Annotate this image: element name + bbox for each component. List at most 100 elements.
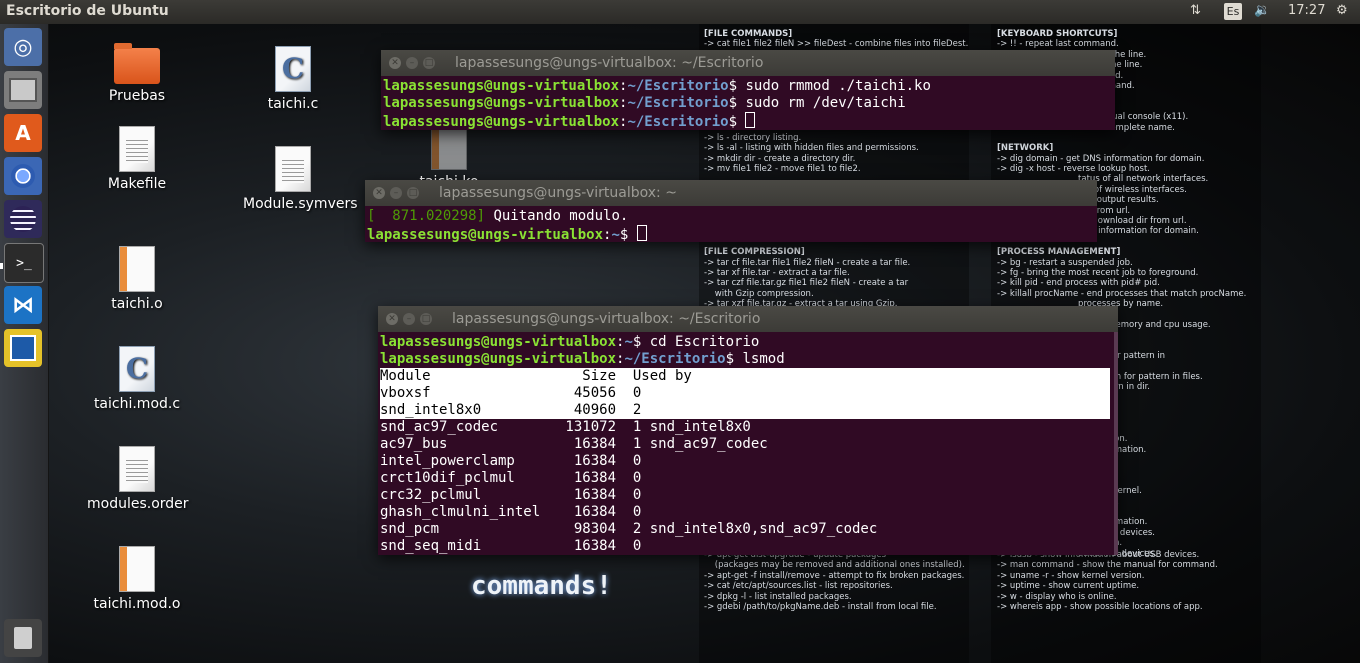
terminal-output[interactable]: lapassesungs@ungs-virtualbox:~/Escritori…: [381, 76, 1115, 130]
cheatsheet-line: -> cat file1 file2 fileN >> fileDest - c…: [704, 39, 969, 50]
terminal-line: lapassesungs@ungs-virtualbox:~$: [367, 225, 1097, 242]
desktop-icon-label: Makefile: [107, 176, 167, 192]
window-title: lapassesungs@ungs-virtualbox: ~/Escritor…: [452, 311, 761, 327]
cheatsheet-line: -> dig domain - get DNS information for …: [997, 153, 1205, 164]
maximize-icon[interactable]: □: [407, 187, 419, 199]
terminal-window[interactable]: ✕ – □ lapassesungs@ungs-virtualbox: ~ [ …: [365, 180, 1097, 242]
cheatsheet-line: [FILE COMMANDS]: [704, 29, 793, 39]
keyboard-layout-indicator[interactable]: Es: [1224, 3, 1242, 20]
cheatsheet-line: -> mv file1 file2 - move file1 to file2.: [704, 164, 861, 175]
cheatsheet-line: -> ls - directory listing.: [704, 132, 802, 143]
terminal-titlebar[interactable]: ✕ – □ lapassesungs@ungs-virtualbox: ~/Es…: [381, 50, 1115, 76]
cheatsheet-column-bottom: -> lsusb - show information about USB de…: [997, 550, 1218, 612]
cheatsheet-line: -> killall procName - end processes that…: [997, 288, 1247, 299]
terminal-icon[interactable]: >_: [4, 243, 44, 283]
lsmod-row: snd_ac97_codec 131072 1 snd_intel8x0: [380, 419, 751, 435]
desktop-icon-file[interactable]: C taichi.mod.c: [87, 346, 187, 412]
network-arrows-icon[interactable]: ⇅: [1190, 3, 1201, 18]
top-panel: Escritorio de Ubuntu ⇅ Es 🔉 17:27 ⚙: [0, 0, 1360, 24]
lsmod-row: vboxsf 45056 0: [380, 385, 1110, 402]
window-title: lapassesungs@ungs-virtualbox: ~/Escritor…: [455, 55, 764, 71]
desktop-icon-file[interactable]: taichi.mod.o: [87, 546, 187, 612]
image-viewer-icon[interactable]: [4, 329, 42, 367]
cheatsheet-line: -> whereis app - show possible locations…: [997, 601, 1203, 612]
cheatsheet-line: -> tar cf file.tar file1 file2 fileN - c…: [704, 257, 911, 268]
desktop-icon-file[interactable]: C taichi.c: [243, 46, 343, 112]
terminal-titlebar[interactable]: ✕ – □ lapassesungs@ungs-virtualbox: ~: [365, 180, 1097, 206]
object-file-icon: [119, 246, 155, 292]
lsmod-row: crct10dif_pclmul 16384 0: [380, 470, 642, 486]
cheatsheet-line: (packages may be removed and additional …: [704, 560, 965, 571]
text-file-icon: [275, 146, 311, 192]
cheatsheet-line: -> ls -al - listing with hidden files an…: [704, 143, 919, 154]
terminal-line: lapassesungs@ungs-virtualbox:~/Escritori…: [383, 112, 1115, 130]
cheatsheet-line: [KEYBOARD SHORTCUTS]: [997, 29, 1118, 39]
cheatsheet-line: [NETWORK]: [997, 143, 1054, 154]
cheatsheet-line: -> uname -r - show kernel version.: [997, 570, 1145, 581]
close-icon[interactable]: ✕: [373, 187, 385, 199]
cheatsheet-line: -> !! - repeat last command.: [997, 39, 1119, 50]
panel-title: Escritorio de Ubuntu: [6, 3, 169, 19]
vscode-icon[interactable]: ⋈: [4, 286, 42, 324]
volume-icon[interactable]: 🔉: [1254, 3, 1270, 18]
terminal-titlebar[interactable]: ✕ – □ lapassesungs@ungs-virtualbox: ~/Es…: [378, 306, 1118, 332]
text-file-icon: [119, 126, 155, 172]
close-icon[interactable]: ✕: [386, 313, 398, 325]
desktop-icon-file[interactable]: modules.order: [87, 446, 189, 512]
cheatsheet-line: -> kill pid - end process with pid# pid.: [997, 278, 1160, 289]
clock[interactable]: 17:27: [1288, 3, 1325, 18]
cheatsheet-line: -> man command - show the manual for com…: [997, 560, 1218, 571]
cheatsheet-line: with Gzip compression.: [704, 288, 814, 299]
lsmod-row: snd_intel8x0 40960 2: [380, 402, 1110, 419]
object-file-icon: [431, 124, 467, 170]
desktop-icon-file[interactable]: taichi.o: [87, 246, 187, 312]
window-title: lapassesungs@ungs-virtualbox: ~: [439, 185, 677, 201]
trash-icon[interactable]: [4, 619, 42, 657]
terminal-output[interactable]: lapassesungs@ungs-virtualbox:~$ cd Escri…: [378, 332, 1110, 555]
c-source-file-icon: C: [119, 346, 155, 392]
maximize-icon[interactable]: □: [420, 313, 432, 325]
cheatsheet-column-bottom: -> apt-get dist-upgrade - update package…: [704, 550, 965, 612]
cursor: [745, 112, 756, 128]
files-icon[interactable]: [4, 71, 42, 109]
cheatsheet-line: -> tar czf file.tar.gz file1 file2 fileN…: [704, 278, 909, 289]
desktop-icon-label: taichi.mod.c: [93, 396, 181, 412]
desktop-icon-label: taichi.mod.o: [93, 596, 181, 612]
scrollbar[interactable]: [1114, 332, 1118, 555]
running-indicator: [0, 263, 3, 269]
terminal-line: lapassesungs@ungs-virtualbox:~/Escritori…: [383, 78, 931, 94]
lsmod-row: ghash_clmulni_intel 16384 0: [380, 504, 642, 520]
cheatsheet-line: [PROCESS MANAGEMENT]: [997, 247, 1121, 258]
maximize-icon[interactable]: □: [423, 57, 435, 69]
chromium-icon[interactable]: [4, 157, 42, 195]
desktop-icon-label: taichi.c: [267, 96, 319, 112]
text-file-icon: [119, 446, 155, 492]
desktop-icon-file[interactable]: Makefile: [87, 126, 187, 192]
lsmod-row: snd_pcm 98304 2 snd_intel8x0,snd_ac97_co…: [380, 521, 878, 537]
terminal-line: lapassesungs@ungs-virtualbox:~$ cd Escri…: [380, 334, 760, 350]
terminal-output[interactable]: [ 871.020298] Quitando modulo. lapassesun…: [365, 206, 1097, 242]
terminal-line: [ 871.020298] Quitando modulo.: [367, 208, 629, 224]
cheatsheet-line: [FILE COMPRESSION]: [704, 247, 805, 258]
wallpaper-caption: commands!: [471, 571, 612, 601]
close-icon[interactable]: ✕: [389, 57, 401, 69]
cheatsheet-line: -> bg - restart a suspended job.: [997, 257, 1133, 268]
desktop-icon-folder[interactable]: Pruebas: [87, 42, 187, 104]
ubuntu-dash-icon[interactable]: ◎: [4, 28, 42, 66]
gear-icon[interactable]: ⚙: [1336, 3, 1348, 18]
software-center-icon[interactable]: A: [4, 114, 42, 152]
minimize-icon[interactable]: –: [406, 57, 418, 69]
minimize-icon[interactable]: –: [403, 313, 415, 325]
eclipse-icon[interactable]: [4, 200, 42, 238]
cheatsheet-line: -> mkdir dir - create a directory dir.: [704, 153, 856, 164]
terminal-line: lapassesungs@ungs-virtualbox:~/Escritori…: [383, 95, 906, 111]
desktop-icon-label: Pruebas: [108, 88, 166, 104]
minimize-icon[interactable]: –: [390, 187, 402, 199]
cheatsheet-line: [997, 133, 1246, 143]
desktop-icon-file[interactable]: Module.symvers: [243, 146, 358, 212]
cheatsheet-line: -> cat /etc/apt/sources.list - list repo…: [704, 581, 893, 592]
lsmod-row: snd_seq_midi 16384 0: [380, 538, 642, 554]
terminal-window[interactable]: ✕ – □ lapassesungs@ungs-virtualbox: ~/Es…: [381, 50, 1115, 130]
terminal-window[interactable]: ✕ – □ lapassesungs@ungs-virtualbox: ~/Es…: [378, 306, 1118, 555]
desktop-icon-label: Module.symvers: [243, 196, 358, 212]
